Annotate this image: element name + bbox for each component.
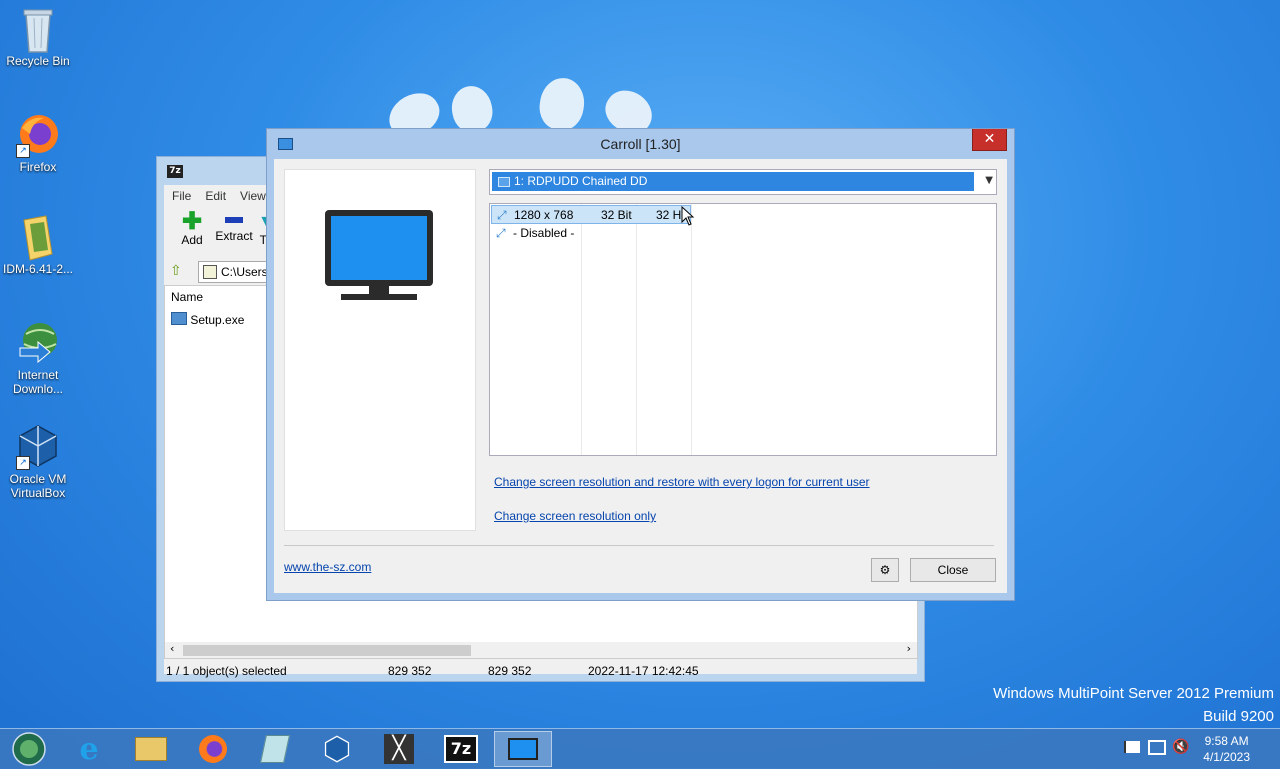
shortcut-arrow-icon: ↗ — [16, 144, 30, 158]
menu-view[interactable]: View — [240, 185, 266, 207]
taskbar-x64dbg[interactable]: ╳ — [370, 731, 428, 767]
status-bar: 1 / 1 object(s) selected 829 352 829 352… — [164, 661, 916, 681]
change-and-restore-link[interactable]: Change screen resolution and restore wit… — [494, 475, 870, 489]
clock-time: 9:58 AM — [1204, 734, 1249, 748]
carroll-dialog[interactable]: Carroll [1.30] ✕ 1: RDPUDD Chained DD ▼ … — [266, 128, 1015, 601]
scroll-right-icon[interactable]: › — [907, 642, 911, 655]
desktop-icon-label: IDM-6.41-2... — [2, 262, 74, 276]
taskbar-firefox[interactable] — [184, 731, 242, 767]
menu-file[interactable]: File — [172, 185, 191, 207]
clock-date: 4/1/2023 — [1203, 750, 1250, 764]
status-modified: 2022-11-17 12:42:45 — [588, 664, 699, 678]
status-selected: 1 / 1 object(s) selected — [166, 664, 287, 678]
menu-edit[interactable]: Edit — [205, 185, 226, 207]
network-icon[interactable] — [1148, 740, 1166, 755]
monitor-icon — [325, 210, 433, 300]
mouse-cursor-icon — [681, 206, 695, 226]
volume-muted-icon[interactable]: 🔇 — [1172, 738, 1189, 755]
status-packed: 829 352 — [488, 664, 532, 678]
resolution-value: - Disabled - — [513, 226, 575, 240]
divider — [284, 545, 994, 546]
wallpaper-shape — [536, 75, 588, 133]
globe-download-icon — [16, 320, 60, 364]
action-center-flag-icon[interactable] — [1124, 741, 1140, 753]
column-header-name[interactable]: Name — [171, 290, 203, 304]
taskbar-carroll[interactable] — [494, 731, 552, 767]
menu-bar: File Edit View — [164, 185, 266, 207]
clock[interactable]: 9:58 AM 4/1/2023 — [1203, 733, 1250, 765]
taskbar-internet-explorer[interactable]: e — [60, 731, 118, 767]
horizontal-scrollbar[interactable]: ‹ › — [165, 642, 917, 658]
plus-icon: ✚ — [181, 208, 203, 235]
list-item[interactable]: Setup.exe — [171, 312, 244, 328]
wrench-icon: ⚙ — [879, 563, 891, 577]
internet-explorer-icon: e — [79, 731, 99, 767]
scroll-thumb[interactable] — [183, 645, 471, 656]
change-only-link[interactable]: Change screen resolution only — [494, 509, 656, 523]
close-button[interactable]: Close — [910, 558, 996, 582]
exe-file-icon — [171, 312, 187, 325]
taskbar-7zip[interactable]: 7z — [432, 731, 490, 767]
display-select[interactable]: 1: RDPUDD Chained DD ▼ — [489, 169, 997, 195]
monitor-preview — [284, 169, 476, 531]
desktop-icon-label: Internet Downlo... — [12, 368, 64, 396]
desktop-icon-label: Firefox — [19, 160, 57, 174]
folder-icon — [16, 214, 60, 261]
depth-value: 32 Bit — [601, 208, 632, 222]
desktop-icon-firefox[interactable]: ↗ Firefox — [0, 112, 76, 174]
system-tray: 🔇 — [1120, 729, 1200, 769]
settings-button[interactable]: ⚙ — [871, 558, 899, 582]
recycle-bin-icon — [16, 6, 60, 53]
taskbar: e ╳ 7z 🔇 9:58 AM 4/1/2023 — [0, 728, 1280, 769]
start-button[interactable] — [0, 731, 58, 767]
seven-zip-icon: 7z — [444, 735, 478, 763]
resolution-value: 1280 x 768 — [514, 208, 574, 222]
desktop-icon-recycle-bin[interactable]: Recycle Bin — [0, 6, 76, 68]
seven-zip-icon: 7z — [167, 165, 183, 178]
os-edition-watermark: Windows MultiPoint Server 2012 Premium — [993, 685, 1274, 702]
desktop-icon-label: Recycle Bin — [6, 54, 70, 68]
desktop-icon-label: Oracle VM VirtualBox — [9, 472, 67, 500]
desktop-icon-internet-download-manager[interactable]: Internet Downlo... — [0, 320, 76, 396]
resize-arrow-icon: ⤢ — [496, 226, 506, 240]
close-icon[interactable]: ✕ — [972, 129, 1007, 151]
dialog-body: 1: RDPUDD Chained DD ▼ ⤢ 1280 x 768 32 B… — [274, 159, 1007, 593]
address-folder-icon — [203, 265, 217, 279]
extract-button[interactable]: Extract — [208, 211, 260, 243]
display-select-value: 1: RDPUDD Chained DD — [514, 174, 648, 188]
dialog-title: Carroll [1.30] — [600, 136, 681, 152]
os-build-watermark: Build 9200 — [1203, 708, 1274, 725]
status-size: 829 352 — [388, 664, 432, 678]
taskbar-notepad[interactable] — [246, 731, 304, 767]
start-orb-icon — [12, 732, 46, 766]
add-button[interactable]: ✚ Add — [172, 208, 212, 248]
shortcut-arrow-icon: ↗ — [16, 456, 30, 470]
firefox-icon — [199, 735, 227, 763]
up-folder-icon[interactable]: ⇧ — [170, 263, 186, 279]
chevron-down-icon[interactable]: ▼ — [985, 175, 993, 186]
notepad-icon — [260, 735, 290, 763]
resolution-row[interactable]: ⤢ - Disabled - — [491, 224, 691, 243]
monitor-icon — [508, 738, 538, 760]
resolution-row-selected[interactable]: ⤢ 1280 x 768 32 Bit 32 Hz — [491, 205, 691, 224]
column-divider — [691, 204, 692, 455]
website-link[interactable]: www.the-sz.com — [284, 560, 371, 574]
desktop-icon-idm-folder[interactable]: IDM-6.41-2... — [0, 214, 76, 276]
resolution-list[interactable]: ⤢ 1280 x 768 32 Bit 32 Hz ⤢ - Disabled - — [489, 203, 997, 456]
virtualbox-icon — [324, 735, 350, 763]
minus-icon — [225, 217, 243, 223]
scroll-left-icon[interactable]: ‹ — [170, 642, 174, 655]
monitor-small-icon — [498, 177, 510, 187]
desktop-icon-virtualbox[interactable]: ↗ Oracle VM VirtualBox — [0, 424, 76, 500]
x64-icon: ╳ — [384, 734, 414, 764]
virtualbox-icon: ↗ — [16, 424, 60, 470]
taskbar-virtualbox[interactable] — [308, 731, 366, 767]
firefox-icon: ↗ — [16, 112, 60, 158]
taskbar-file-explorer[interactable] — [122, 731, 180, 767]
folder-icon — [135, 737, 167, 761]
resize-arrow-icon: ⤢ — [497, 208, 507, 222]
